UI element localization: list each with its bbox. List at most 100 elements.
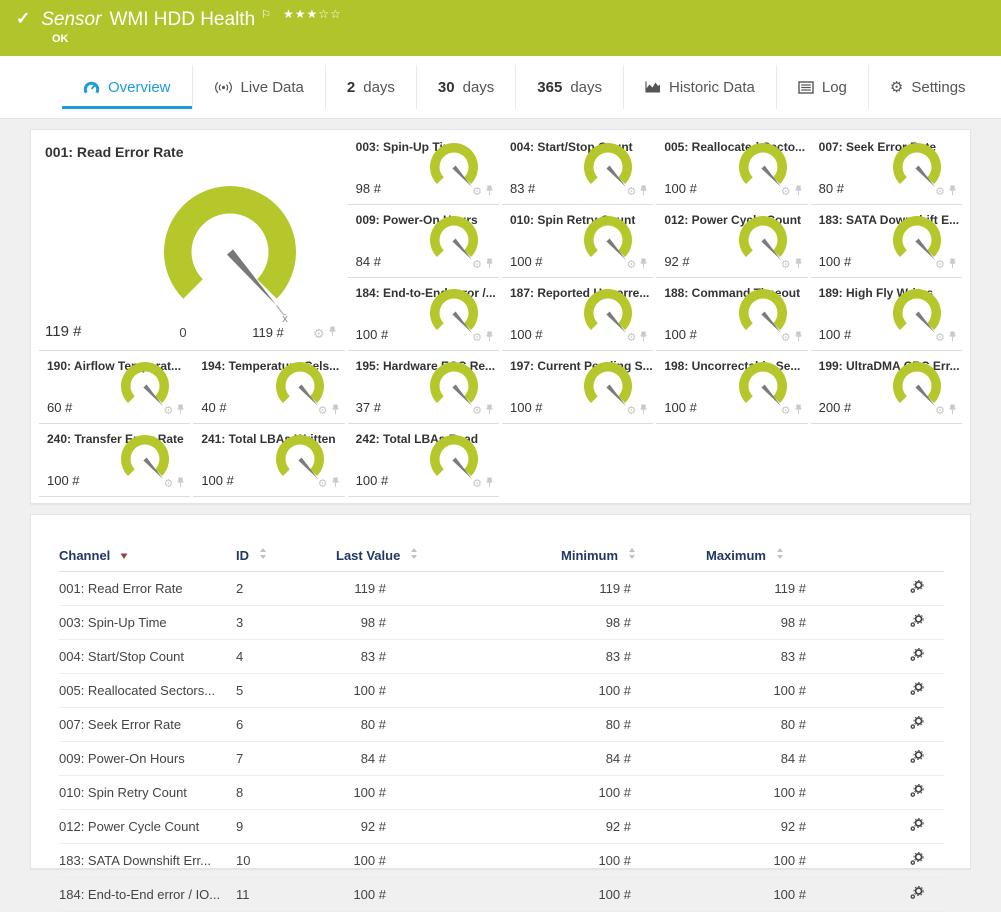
pin-icon[interactable]	[948, 256, 957, 274]
gauge-tile[interactable]: 007: Seek Error Rate 80 #⚙	[811, 132, 962, 205]
table-row[interactable]: 012: Power Cycle Count992 #92 #92 #	[59, 810, 944, 844]
gauge-tile[interactable]: 012: Power Cycle Count 92 #⚙	[656, 205, 807, 278]
priority-stars[interactable]: ★★★☆☆	[283, 7, 342, 21]
gear-icon[interactable]: ⚙	[935, 260, 945, 271]
gauge-tile[interactable]: 188: Command Timeout 100 #⚙	[656, 278, 807, 351]
table-row[interactable]: 184: End-to-End error / IO...11100 #100 …	[59, 878, 944, 912]
pin-icon[interactable]	[485, 402, 494, 420]
gauge-tile[interactable]: 010: Spin Retry Count 100 #⚙	[502, 205, 653, 278]
gear-icon[interactable]: ⚙	[318, 479, 328, 490]
channel-settings-icon[interactable]	[910, 648, 924, 665]
channel-settings-icon[interactable]	[910, 852, 924, 869]
tab-365-days[interactable]: 365 days	[515, 65, 623, 109]
table-row[interactable]: 009: Power-On Hours784 #84 #84 #	[59, 742, 944, 776]
gear-icon[interactable]: ⚙	[318, 406, 328, 417]
pin-icon[interactable]	[639, 402, 648, 420]
pin-icon[interactable]	[485, 329, 494, 347]
gear-icon[interactable]: ⚙	[626, 333, 636, 344]
gear-icon[interactable]: ⚙	[163, 406, 173, 417]
channel-settings-icon[interactable]	[910, 682, 924, 699]
pin-icon[interactable]	[948, 402, 957, 420]
pin-icon[interactable]	[948, 329, 957, 347]
gear-icon[interactable]: ⚙	[472, 479, 482, 490]
gauge-tile[interactable]: 187: Reported Uncorre... 100 #⚙	[502, 278, 653, 351]
gear-icon[interactable]: ⚙	[626, 187, 636, 198]
col-minimum[interactable]: Minimum	[561, 539, 706, 572]
gauge-tile[interactable]: 198: Uncorrectable Se... 100 #⚙	[656, 351, 807, 424]
pin-icon[interactable]	[176, 402, 185, 420]
gauge-tile[interactable]: 005: Reallocated Secto... 100 #⚙	[656, 132, 807, 205]
tab-2-days[interactable]: 2 days	[325, 65, 416, 109]
pin-icon[interactable]	[948, 183, 957, 201]
gauge-tile[interactable]: 197: Current Pending S... 100 #⚙	[502, 351, 653, 424]
channel-settings-icon[interactable]	[910, 750, 924, 767]
gear-icon[interactable]: ⚙	[472, 333, 482, 344]
pin-icon[interactable]	[794, 402, 803, 420]
tab-log[interactable]: Log	[776, 65, 868, 109]
gauge-tile[interactable]: 184: End-to-End error /... 100 #⚙	[348, 278, 499, 351]
gear-icon[interactable]: ⚙	[781, 260, 791, 271]
tab-historic-data[interactable]: Historic Data	[623, 65, 776, 109]
tab-overview[interactable]: Overview	[62, 65, 192, 109]
gear-icon[interactable]: ⚙	[935, 406, 945, 417]
pin-icon[interactable]	[485, 475, 494, 493]
table-row[interactable]: 004: Start/Stop Count483 #83 #83 #	[59, 640, 944, 674]
gear-icon[interactable]: ⚙	[781, 187, 791, 198]
gauge-tile[interactable]: 004: Start/Stop Count 83 #⚙	[502, 132, 653, 205]
gauge-tile-read-error-rate[interactable]: 001: Read Error Rate x̄ 0 119 # 119 # ⚙	[39, 132, 345, 351]
gauge-tile[interactable]: 242: Total LBAs Read 100 #⚙	[348, 424, 499, 497]
flag-icon[interactable]: ⚐	[261, 8, 271, 21]
gear-icon[interactable]: ⚙	[935, 187, 945, 198]
gear-icon[interactable]: ⚙	[626, 260, 636, 271]
pin-icon[interactable]	[639, 183, 648, 201]
pin-icon[interactable]	[794, 329, 803, 347]
gear-icon[interactable]: ⚙	[626, 406, 636, 417]
gear-icon[interactable]: ⚙	[935, 333, 945, 344]
table-row[interactable]: 003: Spin-Up Time398 #98 #98 #	[59, 606, 944, 640]
pin-icon[interactable]	[331, 475, 340, 493]
channel-settings-icon[interactable]	[910, 818, 924, 835]
pin-icon[interactable]	[794, 256, 803, 274]
table-row[interactable]: 183: SATA Downshift Err...10100 #100 #10…	[59, 844, 944, 878]
tab-live-data[interactable]: Live Data	[192, 65, 325, 109]
channel-settings-icon[interactable]	[910, 716, 924, 733]
gauge-tile[interactable]: 009: Power-On Hours 84 #⚙	[348, 205, 499, 278]
gauge-tile[interactable]: 183: SATA Downshift E... 100 #⚙	[811, 205, 962, 278]
tab-settings[interactable]: ⚙ Settings	[868, 65, 987, 109]
gear-icon[interactable]: ⚙	[781, 406, 791, 417]
gauge-tile[interactable]: 003: Spin-Up Time 98 #⚙	[348, 132, 499, 205]
tab-30-days[interactable]: 30 days	[416, 65, 515, 109]
gauge-tile[interactable]: 189: High Fly Writes 100 #⚙	[811, 278, 962, 351]
gear-icon[interactable]: ⚙	[313, 327, 325, 340]
pin-icon[interactable]	[328, 324, 337, 342]
col-maximum[interactable]: Maximum	[706, 539, 898, 572]
table-row[interactable]: 007: Seek Error Rate680 #80 #80 #	[59, 708, 944, 742]
table-row[interactable]: 005: Reallocated Sectors...5100 #100 #10…	[59, 674, 944, 708]
pin-icon[interactable]	[485, 183, 494, 201]
table-row[interactable]: 010: Spin Retry Count8100 #100 #100 #	[59, 776, 944, 810]
gauge-tile[interactable]: 194: Temperature Cels... 40 #⚙	[193, 351, 344, 424]
gauge-tile[interactable]: 199: UltraDMA CRC Err... 200 #⚙	[811, 351, 962, 424]
gear-icon[interactable]: ⚙	[163, 479, 173, 490]
col-id[interactable]: ID	[236, 539, 336, 572]
col-channel[interactable]: Channel	[59, 539, 236, 572]
gear-icon[interactable]: ⚙	[472, 406, 482, 417]
channel-settings-icon[interactable]	[910, 886, 924, 903]
gauge-tile[interactable]: 190: Airflow Temperat... 60 #⚙	[39, 351, 190, 424]
pin-icon[interactable]	[331, 402, 340, 420]
channel-settings-icon[interactable]	[910, 614, 924, 631]
pin-icon[interactable]	[485, 256, 494, 274]
gear-icon[interactable]: ⚙	[472, 187, 482, 198]
pin-icon[interactable]	[794, 183, 803, 201]
gear-icon[interactable]: ⚙	[781, 333, 791, 344]
gauge-tile[interactable]: 241: Total LBAs Written 100 #⚙	[193, 424, 344, 497]
gauge-tile[interactable]: 195: Hardware ECC Re... 37 #⚙	[348, 351, 499, 424]
gauge-tile[interactable]: 240: Transfer Error Rate 100 #⚙	[39, 424, 190, 497]
table-row[interactable]: 001: Read Error Rate2119 #119 #119 #	[59, 572, 944, 606]
col-last-value[interactable]: Last Value	[336, 539, 561, 572]
pin-icon[interactable]	[639, 329, 648, 347]
pin-icon[interactable]	[176, 475, 185, 493]
channel-settings-icon[interactable]	[910, 580, 924, 597]
gear-icon[interactable]: ⚙	[472, 260, 482, 271]
channel-settings-icon[interactable]	[910, 784, 924, 801]
